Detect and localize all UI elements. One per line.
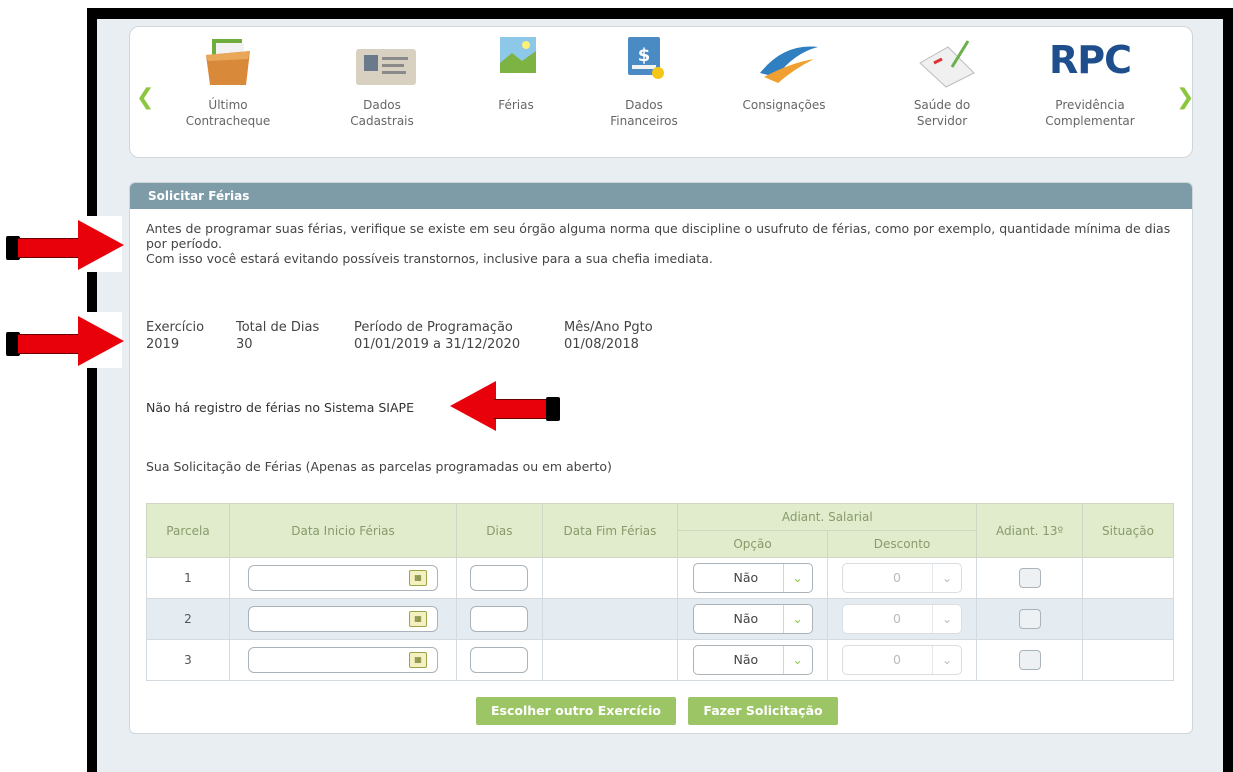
header-data-fim: Data Fim Férias xyxy=(541,503,679,558)
chevron-down-icon[interactable]: ⌄ xyxy=(782,564,812,592)
desconto-select: 0 ⌄ xyxy=(842,604,963,634)
chevron-down-icon: ⌄ xyxy=(932,564,961,592)
table-row: 2 ▦ Não ⌄ 0 ⌄ xyxy=(146,598,1175,640)
data-inicio-input[interactable]: ▦ xyxy=(248,565,438,591)
money-icon: $ xyxy=(614,33,674,89)
header-opcao: Opção xyxy=(677,530,828,558)
intro-text: Antes de programar suas férias, verifiqu… xyxy=(146,221,1171,266)
calendar-icon[interactable]: ▦ xyxy=(409,570,427,586)
header-dias: Dias xyxy=(456,503,543,558)
vacation-request-table: Parcela Data Inicio Férias Dias Data Fim… xyxy=(146,503,1175,681)
dias-input[interactable] xyxy=(470,606,529,632)
id-card-icon xyxy=(352,33,416,89)
header-desconto: Desconto xyxy=(826,530,978,558)
situacao-cell xyxy=(1081,639,1175,681)
annotation-arrow-info xyxy=(6,316,124,366)
request-title: Sua Solicitação de Férias (Apenas as par… xyxy=(146,459,612,474)
carousel-item-consignacoes[interactable]: Consignações xyxy=(724,33,844,113)
info-periodo-programacao: Período de Programação 01/01/2019 a 31/12… xyxy=(354,320,521,352)
carousel-item-dados-financeiros[interactable]: $ Dados Financeiros xyxy=(584,33,704,129)
opcao-select[interactable]: Não ⌄ xyxy=(692,604,813,634)
swoosh-icon xyxy=(754,33,818,89)
table-row: 1 ▦ Não ⌄ 0 ⌄ xyxy=(146,557,1175,599)
dias-input[interactable] xyxy=(470,565,529,591)
info-exercicio: Exercício 2019 xyxy=(146,320,205,352)
header-adiant-13: Adiant. 13º xyxy=(976,503,1083,558)
carousel-item-ultimo-contracheque[interactable]: Último Contracheque xyxy=(168,33,288,129)
header-situacao: Situação xyxy=(1081,503,1175,558)
no-record-message: Não há registro de férias no Sistema SIA… xyxy=(146,400,414,415)
data-fim-cell xyxy=(541,557,679,599)
services-carousel: ❮ ❯ Último Contracheque Dados Cadastrais… xyxy=(129,26,1194,158)
desconto-select: 0 ⌄ xyxy=(842,645,963,675)
chevron-down-icon[interactable]: ⌄ xyxy=(782,646,812,674)
svg-text:$: $ xyxy=(638,45,651,66)
data-fim-cell xyxy=(541,639,679,681)
carousel-item-saude-servidor[interactable]: Saúde do Servidor xyxy=(882,33,1002,129)
carousel-next-icon[interactable]: ❯ xyxy=(1176,85,1194,110)
panel-title: Solicitar Férias xyxy=(130,183,1192,209)
adiant-13-checkbox[interactable] xyxy=(1018,568,1041,588)
parcela-cell: 3 xyxy=(146,639,230,681)
opcao-select[interactable]: Não ⌄ xyxy=(692,645,813,675)
situacao-cell xyxy=(1081,598,1175,640)
situacao-cell xyxy=(1081,557,1175,599)
calendar-icon[interactable]: ▦ xyxy=(409,611,427,627)
clipboard-pen-icon xyxy=(912,33,975,89)
calendar-icon[interactable]: ▦ xyxy=(409,652,427,668)
chevron-down-icon: ⌄ xyxy=(932,646,961,674)
data-inicio-input[interactable]: ▦ xyxy=(248,606,438,632)
header-data-inicio: Data Inicio Férias xyxy=(228,503,458,558)
info-total-dias: Total de Dias 30 xyxy=(236,320,320,352)
landscape-icon xyxy=(486,33,546,89)
submit-request-button[interactable]: Fazer Solicitação xyxy=(688,697,838,725)
data-fim-cell xyxy=(541,598,679,640)
carousel-item-previdencia-complementar[interactable]: RPC Previdência Complementar xyxy=(1030,33,1150,129)
rpc-logo-icon: RPC xyxy=(1049,38,1132,82)
parcela-cell: 2 xyxy=(146,598,230,640)
adiant-13-checkbox[interactable] xyxy=(1018,609,1041,629)
header-adiant-salarial: Adiant. Salarial xyxy=(677,503,978,531)
solicitar-ferias-panel: Solicitar Férias Antes de programar suas… xyxy=(129,182,1193,734)
choose-other-exercise-button[interactable]: Escolher outro Exercício xyxy=(476,697,676,725)
adiant-13-checkbox[interactable] xyxy=(1018,650,1041,670)
dias-input[interactable] xyxy=(470,647,529,673)
folder-icon xyxy=(198,33,258,89)
opcao-select[interactable]: Não ⌄ xyxy=(692,563,813,593)
carousel-item-dados-cadastrais[interactable]: Dados Cadastrais xyxy=(322,33,442,129)
parcela-cell: 1 xyxy=(146,557,230,599)
chevron-down-icon: ⌄ xyxy=(932,605,961,633)
header-parcela: Parcela xyxy=(146,503,230,558)
info-mes-ano-pgto: Mês/Ano Pgto 01/08/2018 xyxy=(564,320,653,352)
annotation-arrow-no-record xyxy=(450,381,562,431)
data-inicio-input[interactable]: ▦ xyxy=(248,647,438,673)
annotation-arrow-intro xyxy=(6,220,124,270)
table-row: 3 ▦ Não ⌄ 0 ⌄ xyxy=(146,639,1175,681)
carousel-item-ferias[interactable]: Férias xyxy=(456,33,576,113)
chevron-down-icon[interactable]: ⌄ xyxy=(782,605,812,633)
desconto-select: 0 ⌄ xyxy=(842,563,963,593)
carousel-prev-icon[interactable]: ❮ xyxy=(136,85,154,110)
